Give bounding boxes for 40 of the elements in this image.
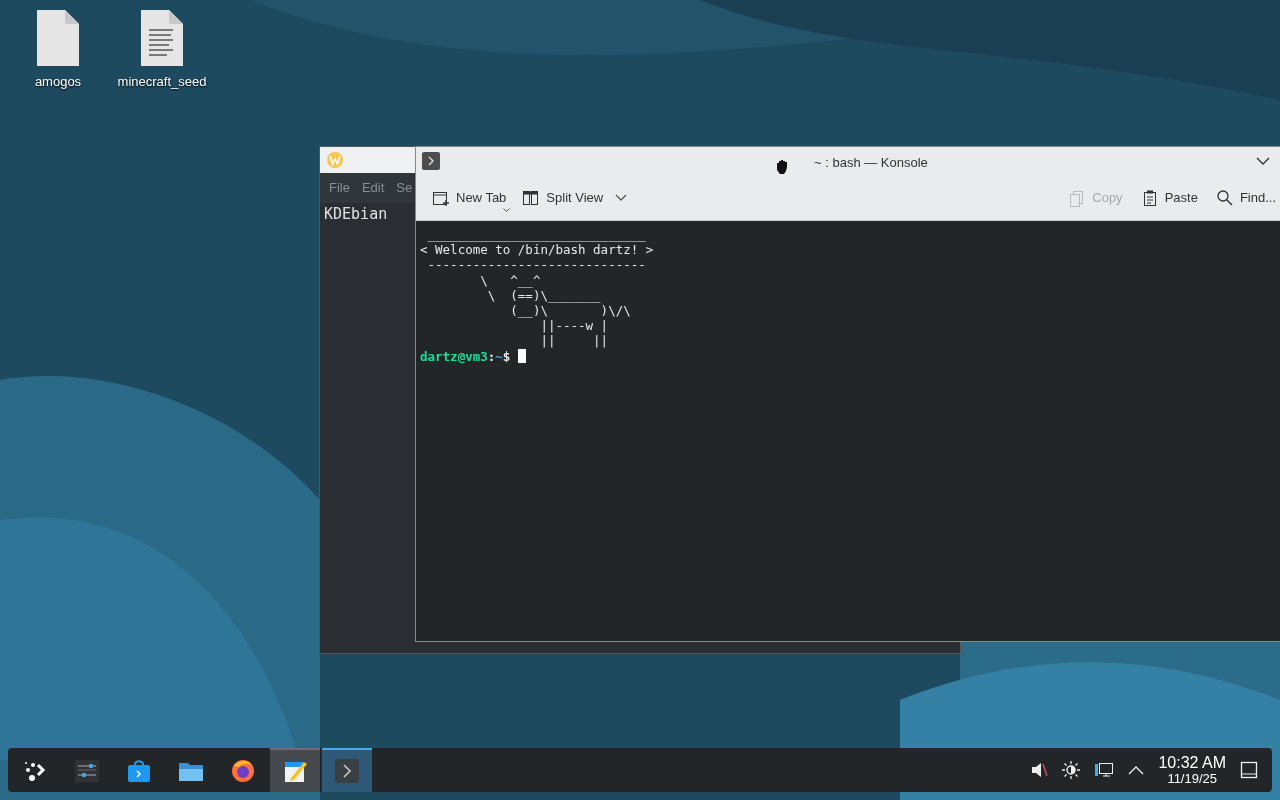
window-title: ~ : bash — Konsole	[814, 154, 928, 172]
show-desktop-icon[interactable]	[1240, 761, 1258, 779]
terminal-output-line: || ||	[539, 333, 609, 349]
terminal-prompt: dartz@vm3:~$	[420, 348, 511, 364]
caret-icon	[503, 207, 511, 213]
chevron-down-icon[interactable]	[1256, 156, 1270, 166]
app-icon	[326, 151, 344, 169]
text-cursor	[518, 349, 527, 364]
file-name[interactable]: minecraft_seed	[117, 72, 207, 92]
toolbar-button[interactable]: Find...	[1209, 182, 1280, 213]
file-name[interactable]: amogos	[34, 72, 82, 92]
chevron-up-icon[interactable]	[1128, 765, 1145, 775]
terminal-output-line: (__)\ )\/\	[509, 303, 631, 319]
terminal-output-line: < Welcome to /bin/bash dartz! >	[420, 242, 654, 258]
toolbar-button[interactable]: Split View	[516, 182, 634, 213]
terminal-output-line: -----------------------------	[426, 257, 646, 273]
toolbar-button[interactable]: Paste	[1134, 182, 1204, 213]
terminal-icon	[422, 152, 440, 170]
taskbar-button[interactable]	[270, 748, 320, 792]
file-icon[interactable]	[35, 8, 81, 68]
clock[interactable]: 10:32 AM 11/19/25	[1158, 755, 1226, 785]
shopping-bag-icon	[126, 758, 152, 784]
terminal-output-line: \ (==)\_______	[486, 287, 601, 303]
brightness-icon[interactable]	[1062, 761, 1081, 779]
editor-text: KDEbian	[324, 204, 388, 225]
muted-speaker-icon[interactable]	[1030, 761, 1049, 779]
menu-item[interactable]: Edit	[361, 178, 385, 198]
terminal-output-line: ||----w |	[539, 318, 609, 334]
terminal-icon	[334, 758, 360, 784]
caret-icon	[615, 193, 628, 202]
search-icon	[1215, 188, 1234, 207]
text-file-icon[interactable]	[139, 8, 185, 68]
sliders-icon	[74, 758, 100, 784]
menu-item[interactable]: Se	[396, 178, 413, 198]
terminal-output-line: \ ^__^	[479, 272, 541, 288]
terminal-output-line: _____________________________	[426, 227, 646, 243]
toolbar-button[interactable]: New Tab	[426, 182, 513, 213]
network-icon[interactable]	[1094, 761, 1115, 779]
menu-item[interactable]: File	[329, 178, 350, 198]
columns-icon	[522, 188, 541, 207]
